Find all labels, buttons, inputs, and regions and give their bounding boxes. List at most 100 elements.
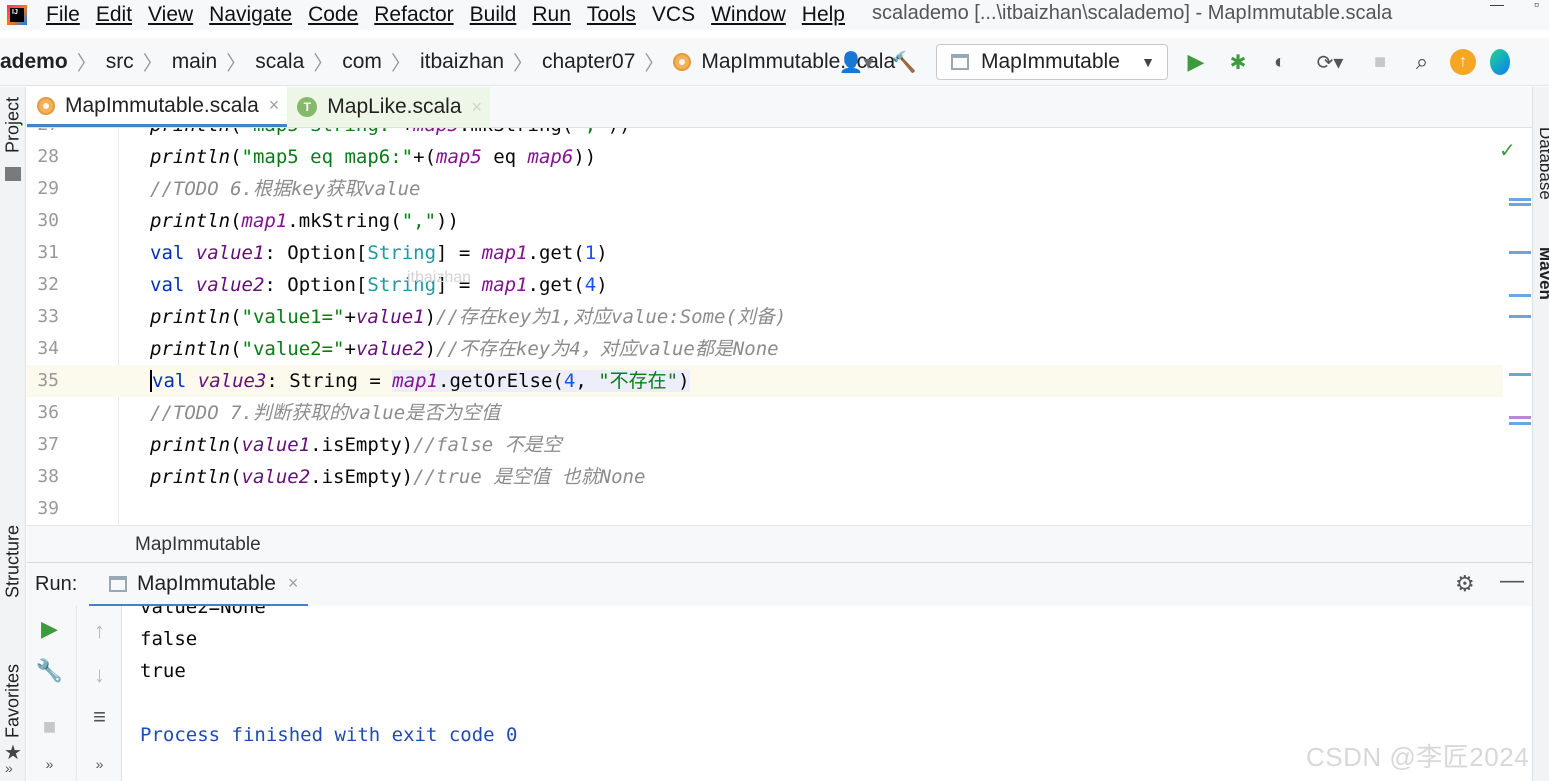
arrow-down-icon[interactable]: ↓ — [77, 662, 122, 688]
menu-edit[interactable]: Edit — [96, 3, 132, 27]
breadcrumb-scala[interactable]: scala — [255, 50, 304, 74]
menu-navigate[interactable]: Navigate — [209, 3, 292, 27]
menu-build[interactable]: Build — [470, 3, 517, 27]
arrow-up-icon[interactable]: ↑ — [77, 618, 122, 644]
dropdown-arrow-icon: ▼ — [1141, 54, 1155, 70]
build-hammer-icon[interactable]: 🔨 — [890, 48, 918, 76]
user-dropdown-icon[interactable]: 👤▾ — [836, 48, 876, 76]
code-line: 30 println(map1.mkString(",")) — [37, 210, 459, 232]
soft-wrap-icon[interactable]: ≡ — [77, 704, 122, 730]
breadcrumb-project[interactable]: ademo — [0, 50, 68, 74]
more-actions-icon[interactable]: » — [77, 756, 122, 772]
menu-vcs[interactable]: VCS — [652, 3, 695, 27]
update-icon[interactable]: ↑ — [1450, 49, 1476, 75]
breadcrumb-chapter07[interactable]: chapter07 — [542, 50, 635, 74]
gear-icon[interactable]: ⚙ — [1455, 571, 1475, 597]
code-line: 36 //TODO 7.判断获取的value是否为空值 — [37, 402, 501, 424]
editor-breadcrumb[interactable]: MapImmutable — [27, 525, 1532, 562]
editor-scroll-markers[interactable] — [1503, 128, 1532, 525]
console-line: value2=None — [140, 606, 266, 618]
chevron-right-icon: 〉 — [142, 53, 163, 75]
maximize-window-icon[interactable]: ▫ — [1534, 0, 1539, 12]
database-tool-tab[interactable]: Database — [1535, 127, 1549, 200]
code-editor[interactable]: 27 println("map5 String:"+map5.mkString(… — [27, 128, 1532, 525]
menu-code[interactable]: Code — [308, 3, 358, 27]
favorites-tool-tab[interactable]: Favorites — [1, 664, 25, 738]
profiler-dropdown-icon[interactable]: ⟳▾ — [1308, 48, 1352, 76]
code-line: 39 — [37, 498, 59, 519]
minimize-panel-icon[interactable]: — — [1500, 567, 1524, 595]
run-config-icon — [951, 54, 969, 70]
code-line: 28 println("map5 eq map6:"+(map5 eq map6… — [37, 146, 597, 168]
close-tab-icon[interactable]: × — [288, 573, 299, 594]
console-icon — [109, 575, 127, 592]
code-line: 33 println("value1="+value1)//存在key为1,对应… — [37, 306, 787, 328]
marker — [1509, 416, 1531, 419]
project-tool-tab[interactable]: Project — [1, 97, 25, 153]
csdn-watermark: CSDN @李匠2024 — [1306, 742, 1530, 772]
code-line: 38 println(value2.isEmpty)//true 是空值 也就N… — [37, 466, 646, 488]
folder-icon — [5, 167, 21, 181]
breadcrumb-com[interactable]: com — [342, 50, 382, 74]
stop-icon[interactable]: ■ — [27, 714, 72, 740]
run-icon[interactable]: ▶ — [1182, 48, 1210, 76]
toolbox-icon[interactable] — [1490, 49, 1510, 75]
close-tab-icon[interactable]: × — [472, 97, 483, 118]
marker — [1509, 203, 1531, 206]
run-tab-mapimmutable[interactable]: MapImmutable × — [89, 563, 309, 607]
tab-mapimmutable[interactable]: MapImmutable.scala × — [27, 87, 288, 127]
main-toolbar: 👤▾ 🔨 MapImmutable ▼ ▶ ✱ ◐ ⟳▾ ■ ⌕ ↑ — [836, 38, 1524, 86]
code-line: 37 println(value1.isEmpty)//false 不是空 — [37, 434, 562, 456]
stop-icon[interactable]: ■ — [1366, 48, 1394, 76]
window-controls: — ▫ — [1490, 0, 1539, 12]
code-line: 34 println("value2="+value2)//不存在key为4，对… — [37, 338, 779, 360]
chevron-right-icon: 〉 — [513, 53, 533, 75]
chevron-right-icon: 〉 — [644, 53, 665, 75]
window-title: scalademo [...\itbaizhan\scalademo] - Ma… — [872, 2, 1393, 24]
chevron-right-icon: 〉 — [390, 53, 411, 75]
breadcrumb-src[interactable]: src — [106, 50, 134, 74]
breadcrumb-itbaizhan[interactable]: itbaizhan — [420, 50, 504, 74]
chevron-right-icon: 〉 — [313, 53, 334, 75]
run-configuration-dropdown[interactable]: MapImmutable ▼ — [936, 44, 1168, 80]
structure-tool-tab[interactable]: Structure — [1, 525, 25, 598]
wrench-icon[interactable]: 🔧 — [27, 658, 72, 684]
run-toolbar-secondary: ↑ ↓ ≡ » — [77, 606, 122, 781]
code-line: 29 //TODO 6.根据key获取value — [37, 178, 421, 200]
run-panel-label: Run: — [35, 573, 78, 595]
marker — [1509, 198, 1531, 201]
marker — [1509, 315, 1531, 318]
right-tool-strip: Database Maven — [1532, 87, 1549, 781]
menu-help[interactable]: Help — [802, 3, 845, 27]
menu-refactor[interactable]: Refactor — [374, 3, 453, 27]
console-exit-line: Process finished with exit code 0 — [140, 724, 518, 746]
run-panel-header: Run: MapImmutable × ⚙ — — [27, 562, 1532, 607]
rerun-icon[interactable]: ▶ — [27, 616, 72, 642]
maven-tool-tab[interactable]: Maven — [1535, 247, 1549, 300]
close-tab-icon[interactable]: × — [269, 95, 280, 116]
editor-watermark: itbaizhan — [407, 269, 472, 286]
menu-window[interactable]: Window — [711, 3, 786, 27]
marker — [1509, 422, 1531, 425]
menu-view[interactable]: View — [148, 3, 193, 27]
code-line: 27 println("map5 String:"+map5.mkString(… — [27, 128, 1503, 141]
scala-object-icon — [673, 52, 692, 71]
debug-bug-icon[interactable]: ✱ — [1224, 48, 1252, 76]
more-actions-icon[interactable]: » — [27, 756, 72, 772]
current-code-line: 35 val value3: String = map1.getOrElse(4… — [27, 365, 1503, 397]
console-line: true — [140, 660, 186, 682]
code-line: 31 val value1: Option[String] = map1.get… — [37, 242, 608, 264]
menu-tools[interactable]: Tools — [587, 3, 636, 27]
menu-run[interactable]: Run — [532, 3, 571, 27]
code-line: 32 val value2: Option[String] = map1.get… — [37, 274, 608, 296]
scala-trait-icon: T — [297, 97, 318, 117]
menu-file[interactable]: File — [46, 3, 80, 27]
tab-maplike[interactable]: T MapLike.scala × — [287, 87, 491, 127]
search-icon[interactable]: ⌕ — [1408, 48, 1436, 76]
more-tools-icon[interactable]: » — [5, 760, 13, 776]
marker — [1509, 294, 1531, 297]
breadcrumb-main[interactable]: main — [172, 50, 218, 74]
console-line: false — [140, 628, 198, 650]
coverage-icon[interactable]: ◐ — [1266, 48, 1294, 76]
minimize-window-icon[interactable]: — — [1490, 0, 1504, 12]
